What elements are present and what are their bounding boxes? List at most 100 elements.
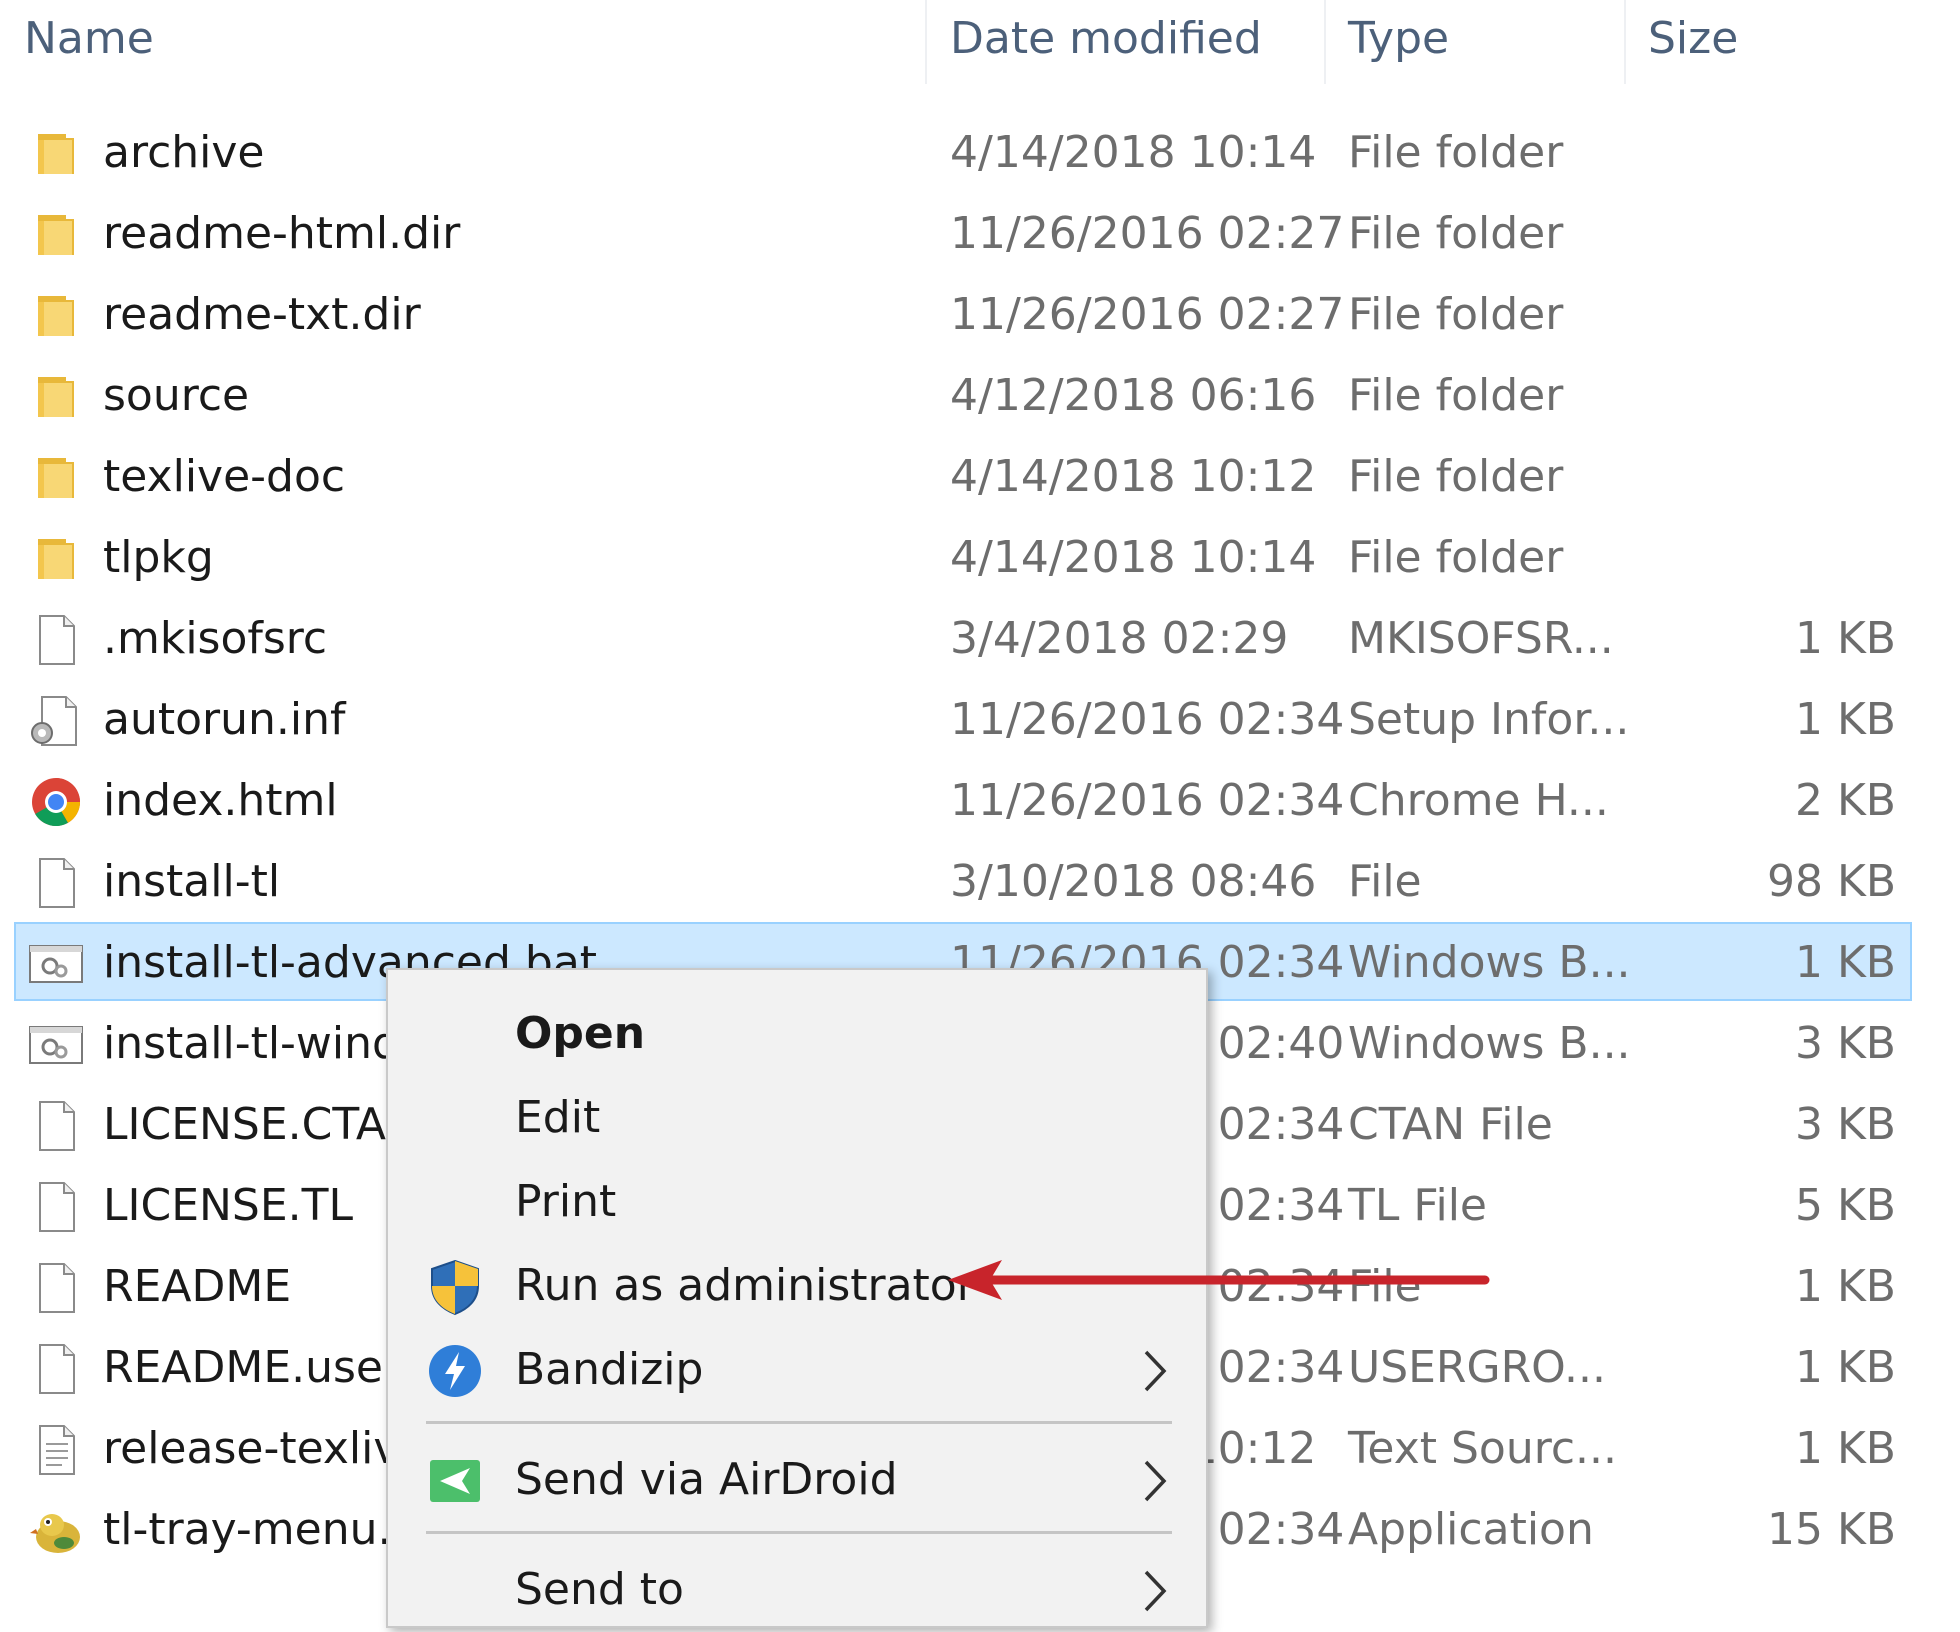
file-date-modified: 11/26/2016 02:27 — [950, 208, 1345, 259]
file-row[interactable]: archive 4/14/2018 10:14 File folder — [0, 112, 1960, 193]
menu-item-edit[interactable]: Edit — [388, 1076, 1206, 1160]
file-type: TL File — [1348, 1180, 1488, 1231]
file-row[interactable]: autorun.inf 11/26/2016 02:34 Setup Infor… — [0, 679, 1960, 760]
blank-file-icon — [28, 612, 84, 668]
menu-item-bandizip[interactable]: Bandizip — [388, 1328, 1206, 1412]
uac-shield-icon — [426, 1258, 484, 1316]
file-type: File folder — [1348, 289, 1564, 340]
chevron-right-icon — [1134, 1566, 1174, 1616]
file-row[interactable]: .mkisofsrc 3/4/2018 02:29 MKISOFSR... 1 … — [0, 598, 1960, 679]
file-date-modified: 11/26/2016 02:27 — [950, 289, 1345, 340]
file-name: tlpkg — [103, 532, 214, 583]
app-icon — [28, 1503, 84, 1559]
folder-icon — [28, 450, 84, 506]
file-name: README — [103, 1261, 292, 1312]
menu-item-open[interactable]: Open — [388, 992, 1206, 1076]
menu-separator — [426, 1531, 1172, 1534]
menu-item-label: Bandizip — [515, 1344, 704, 1395]
folder-icon — [28, 207, 84, 263]
file-row[interactable]: source 4/12/2018 06:16 File folder — [0, 355, 1960, 436]
file-size: 1 KB — [1794, 613, 1896, 664]
file-name: readme-html.dir — [103, 208, 461, 259]
file-name: archive — [103, 127, 265, 178]
file-size: 3 KB — [1794, 1018, 1896, 1069]
blank-file-icon — [28, 1098, 84, 1154]
file-row[interactable]: tlpkg 4/14/2018 10:14 File folder — [0, 517, 1960, 598]
file-size: 2 KB — [1794, 775, 1896, 826]
menu-separator — [426, 1421, 1172, 1424]
file-type: Chrome H... — [1348, 775, 1609, 826]
batch-file-icon — [28, 1017, 84, 1073]
chrome-icon — [28, 774, 84, 830]
file-size: 1 KB — [1794, 1423, 1896, 1474]
file-row[interactable]: install-tl 3/10/2018 08:46 File 98 KB — [0, 841, 1960, 922]
file-date-modified: 11/26/2016 02:34 — [950, 775, 1345, 826]
file-size: 1 KB — [1794, 1342, 1896, 1393]
file-date-modified: 4/14/2018 10:14 — [950, 532, 1317, 583]
chevron-right-icon — [1134, 1346, 1174, 1396]
folder-icon — [28, 126, 84, 182]
file-name: source — [103, 370, 250, 421]
file-date-modified: 4/14/2018 10:12 — [950, 451, 1317, 502]
file-date-modified: 4/12/2018 06:16 — [950, 370, 1317, 421]
blank-file-icon — [28, 1179, 84, 1235]
file-name: .mkisofsrc — [103, 613, 328, 664]
blank-file-icon — [28, 855, 84, 911]
file-size: 5 KB — [1794, 1180, 1896, 1231]
file-type: CTAN File — [1348, 1099, 1553, 1150]
chevron-right-icon — [1134, 1456, 1174, 1506]
file-type: Application — [1348, 1504, 1594, 1555]
file-date-modified: 3/10/2018 08:46 — [950, 856, 1317, 907]
file-name: index.html — [103, 775, 338, 826]
file-size: 1 KB — [1794, 937, 1896, 988]
file-size: 3 KB — [1794, 1099, 1896, 1150]
menu-item-send-via-airdroid[interactable]: Send via AirDroid — [388, 1438, 1206, 1522]
file-type: MKISOFSR... — [1348, 613, 1614, 664]
blank-file-icon — [28, 1260, 84, 1316]
bandizip-icon — [426, 1342, 484, 1400]
file-type: Windows B... — [1348, 1018, 1631, 1069]
file-date-modified: 3/4/2018 02:29 — [950, 613, 1289, 664]
file-date-modified: 4/14/2018 10:14 — [950, 127, 1317, 178]
file-name: autorun.inf — [103, 694, 346, 745]
file-type: Text Sourc... — [1348, 1423, 1617, 1474]
file-row[interactable]: readme-html.dir 11/26/2016 02:27 File fo… — [0, 193, 1960, 274]
file-type: File folder — [1348, 532, 1564, 583]
batch-file-icon — [28, 936, 84, 992]
file-type: USERGRO... — [1348, 1342, 1606, 1393]
menu-item-label: Send to — [515, 1564, 684, 1615]
file-row[interactable]: readme-txt.dir 11/26/2016 02:27 File fol… — [0, 274, 1960, 355]
file-name: install-tl — [103, 856, 281, 907]
file-date-modified: 11/26/2016 02:34 — [950, 694, 1345, 745]
menu-item-label: Send via AirDroid — [515, 1454, 898, 1505]
airdroid-icon — [426, 1452, 484, 1510]
file-type: Windows B... — [1348, 937, 1631, 988]
file-size: 15 KB — [1766, 1504, 1896, 1555]
file-type: File folder — [1348, 208, 1564, 259]
file-row[interactable]: texlive-doc 4/14/2018 10:12 File folder — [0, 436, 1960, 517]
file-type: Setup Infor... — [1348, 694, 1630, 745]
menu-item-print[interactable]: Print — [388, 1160, 1206, 1244]
text-file-icon — [28, 1422, 84, 1478]
file-size: 1 KB — [1794, 1261, 1896, 1312]
file-type: File — [1348, 856, 1422, 907]
file-name: LICENSE.TL — [103, 1180, 354, 1231]
folder-icon — [28, 288, 84, 344]
menu-item-label: Edit — [515, 1092, 601, 1143]
menu-item-label: Print — [515, 1176, 617, 1227]
file-row[interactable]: index.html 11/26/2016 02:34 Chrome H... … — [0, 760, 1960, 841]
file-name: LICENSE.CTAN — [103, 1099, 419, 1150]
file-name: texlive-doc — [103, 451, 346, 502]
file-size: 1 KB — [1794, 694, 1896, 745]
annotation-arrow-icon — [948, 1260, 1490, 1300]
file-type: File folder — [1348, 451, 1564, 502]
file-type: File folder — [1348, 127, 1564, 178]
file-size: 98 KB — [1766, 856, 1896, 907]
blank-file-icon — [28, 1341, 84, 1397]
folder-icon — [28, 531, 84, 587]
file-type: File folder — [1348, 370, 1564, 421]
folder-icon — [28, 369, 84, 425]
menu-item-send-to[interactable]: Send to — [388, 1548, 1206, 1632]
setup-info-file-icon — [28, 693, 84, 749]
menu-item-label: Run as administrator — [515, 1260, 975, 1311]
